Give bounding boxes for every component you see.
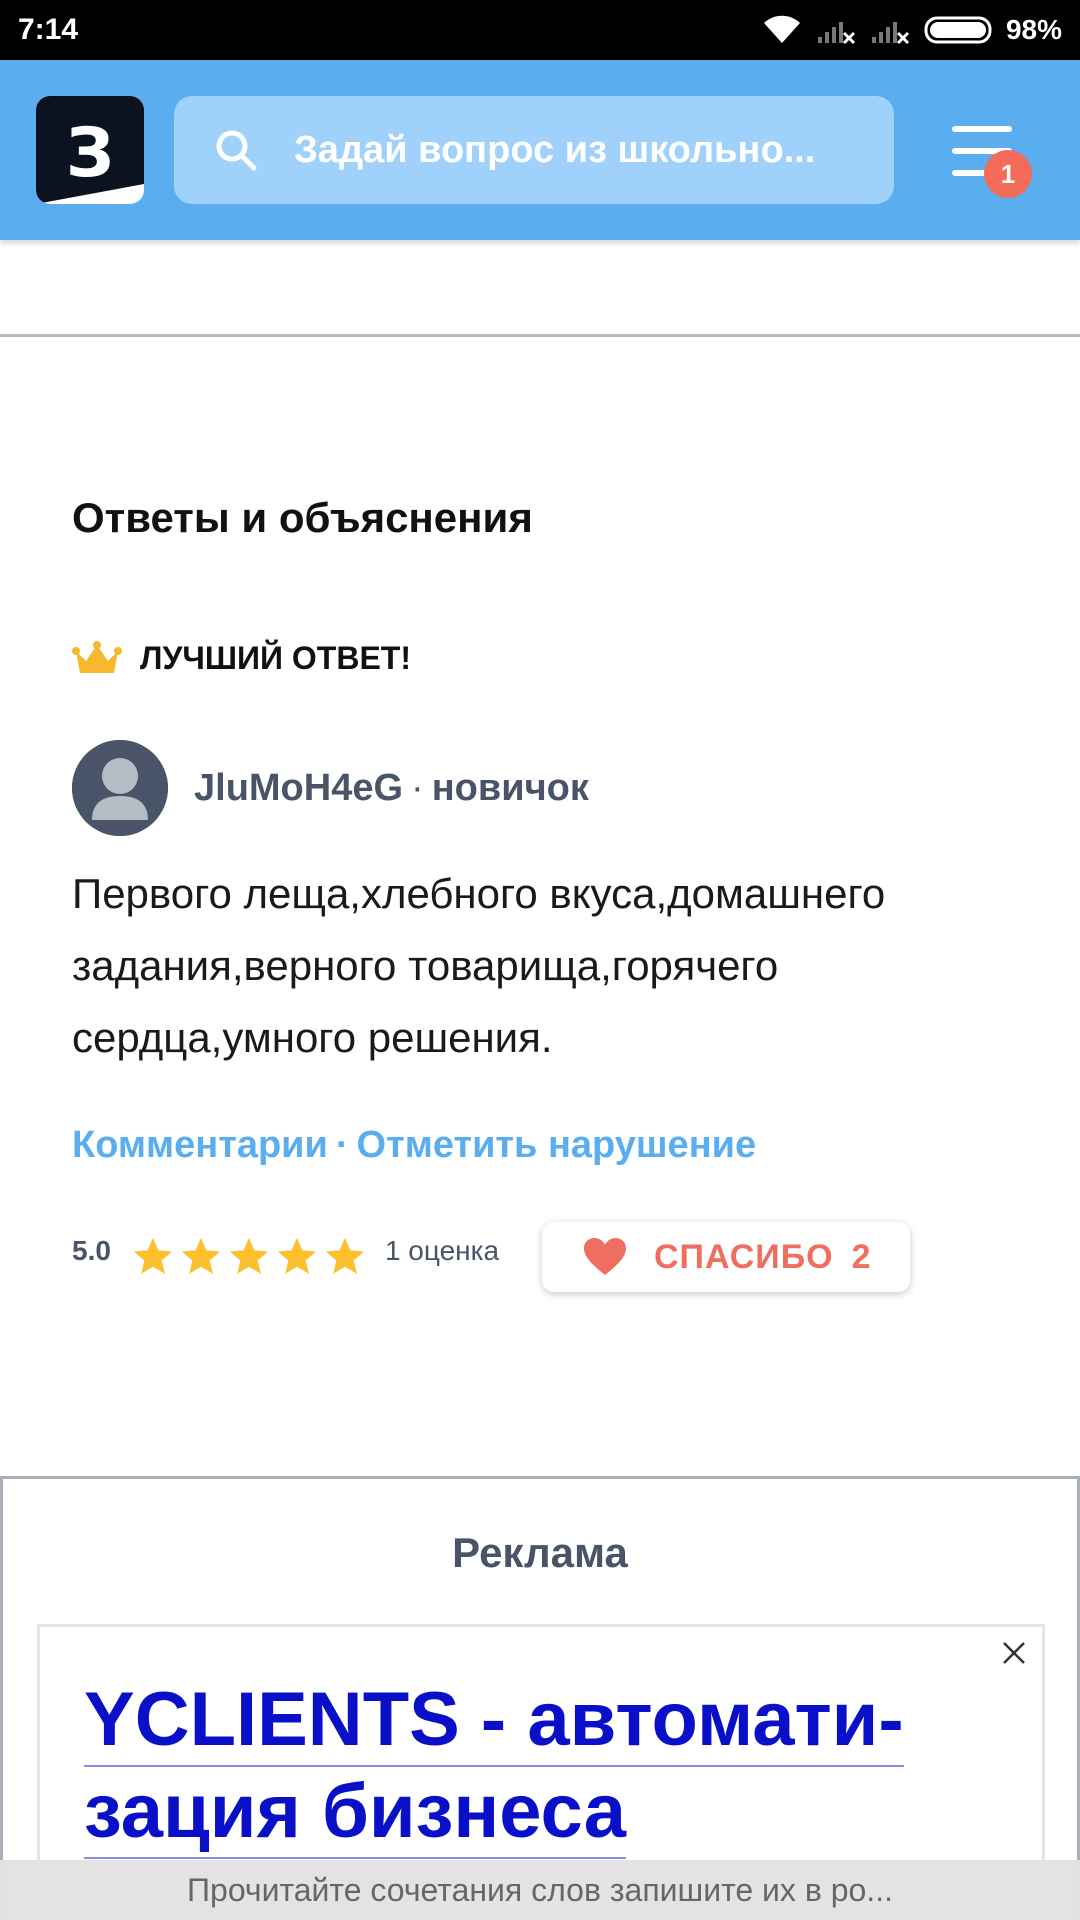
link-separator: · bbox=[335, 1124, 349, 1166]
report-link[interactable]: Отметить нарушение bbox=[357, 1124, 757, 1167]
logo-icon: З bbox=[36, 96, 144, 204]
rating-count: 1 оценка bbox=[384, 1235, 500, 1266]
battery: 98% bbox=[924, 14, 1062, 46]
thanks-count: 2 bbox=[851, 1237, 871, 1276]
section-title: Ответы и объяснения bbox=[72, 494, 533, 541]
author-rank: новичок bbox=[431, 766, 589, 809]
notification-badge[interactable]: 1 bbox=[984, 150, 1032, 198]
logo[interactable]: З bbox=[36, 96, 144, 204]
star-icon[interactable] bbox=[275, 1235, 319, 1279]
answer-line: Первого леща,хлебного вкуса,домашнего bbox=[72, 870, 886, 917]
star-icon[interactable] bbox=[179, 1235, 223, 1279]
ad-title-line: YCLIENTS - автомати- bbox=[84, 1675, 904, 1767]
status-bar: 7:14 98% bbox=[0, 0, 1080, 60]
heart-icon bbox=[584, 1238, 626, 1275]
ad-header: Реклама bbox=[452, 1529, 628, 1576]
ad-title-line: зация бизнеса bbox=[84, 1767, 627, 1859]
menu-icon bbox=[952, 126, 1012, 132]
rating-row: 5.0 1 оценка bbox=[72, 1222, 499, 1292]
answer-text: Первого леща,хлебного вкуса,домашнего за… bbox=[72, 858, 1032, 1074]
star-icon[interactable] bbox=[131, 1235, 175, 1279]
rating-value: 5.0 bbox=[72, 1235, 111, 1266]
signal-no-service-icon bbox=[871, 22, 910, 45]
answer-links: Комментарии · Отметить нарушение bbox=[72, 1124, 756, 1167]
author-separator: · bbox=[411, 766, 424, 809]
status-icons: 98% bbox=[762, 14, 1062, 46]
answer-line: сердца,умного решения. bbox=[72, 1014, 553, 1061]
battery-icon bbox=[924, 16, 992, 44]
search-input[interactable] bbox=[294, 128, 854, 172]
answer-line: задания,верного товарища,горячего bbox=[72, 942, 779, 989]
ad-title[interactable]: YCLIENTS - автомати- зация бизнеса bbox=[84, 1675, 984, 1859]
thanks-button[interactable]: СПАСИБО 2 bbox=[542, 1222, 910, 1292]
star-icon[interactable] bbox=[323, 1235, 367, 1279]
signal-no-service-icon bbox=[817, 22, 856, 45]
battery-percent: 98% bbox=[1005, 14, 1062, 45]
status-time: 7:14 bbox=[18, 13, 79, 46]
avatar[interactable] bbox=[72, 740, 168, 836]
logo-glyph: З bbox=[66, 114, 114, 193]
star-icon[interactable] bbox=[227, 1235, 271, 1279]
author-name[interactable]: JluMoH4eG bbox=[194, 767, 403, 810]
bottom-question-text: Прочитайте сочетания слов запишите их в … bbox=[187, 1871, 893, 1908]
wifi-icon bbox=[763, 15, 800, 44]
app-header: З bbox=[0, 60, 1080, 240]
best-answer-badge: ЛУЧШИЙ ОТВЕТ! bbox=[72, 640, 411, 677]
ad-container: Реклама YCLIENTS - автомати- зация бизне… bbox=[0, 1476, 1080, 1920]
close-icon[interactable] bbox=[998, 1637, 1030, 1669]
divider bbox=[0, 334, 1080, 337]
best-answer-label: ЛУЧШИЙ ОТВЕТ! bbox=[140, 640, 411, 676]
rating-stars[interactable] bbox=[131, 1235, 367, 1279]
crown-icon bbox=[72, 640, 122, 673]
search-box[interactable] bbox=[174, 96, 894, 204]
comments-link[interactable]: Комментарии bbox=[72, 1124, 328, 1167]
author-row: JluMoH4eG · новичок bbox=[72, 740, 589, 836]
bottom-question-bar[interactable]: Прочитайте сочетания слов запишите их в … bbox=[0, 1860, 1080, 1920]
user-avatar-icon bbox=[72, 740, 168, 836]
thanks-label: СПАСИБО bbox=[654, 1237, 834, 1276]
search-icon bbox=[216, 130, 257, 171]
